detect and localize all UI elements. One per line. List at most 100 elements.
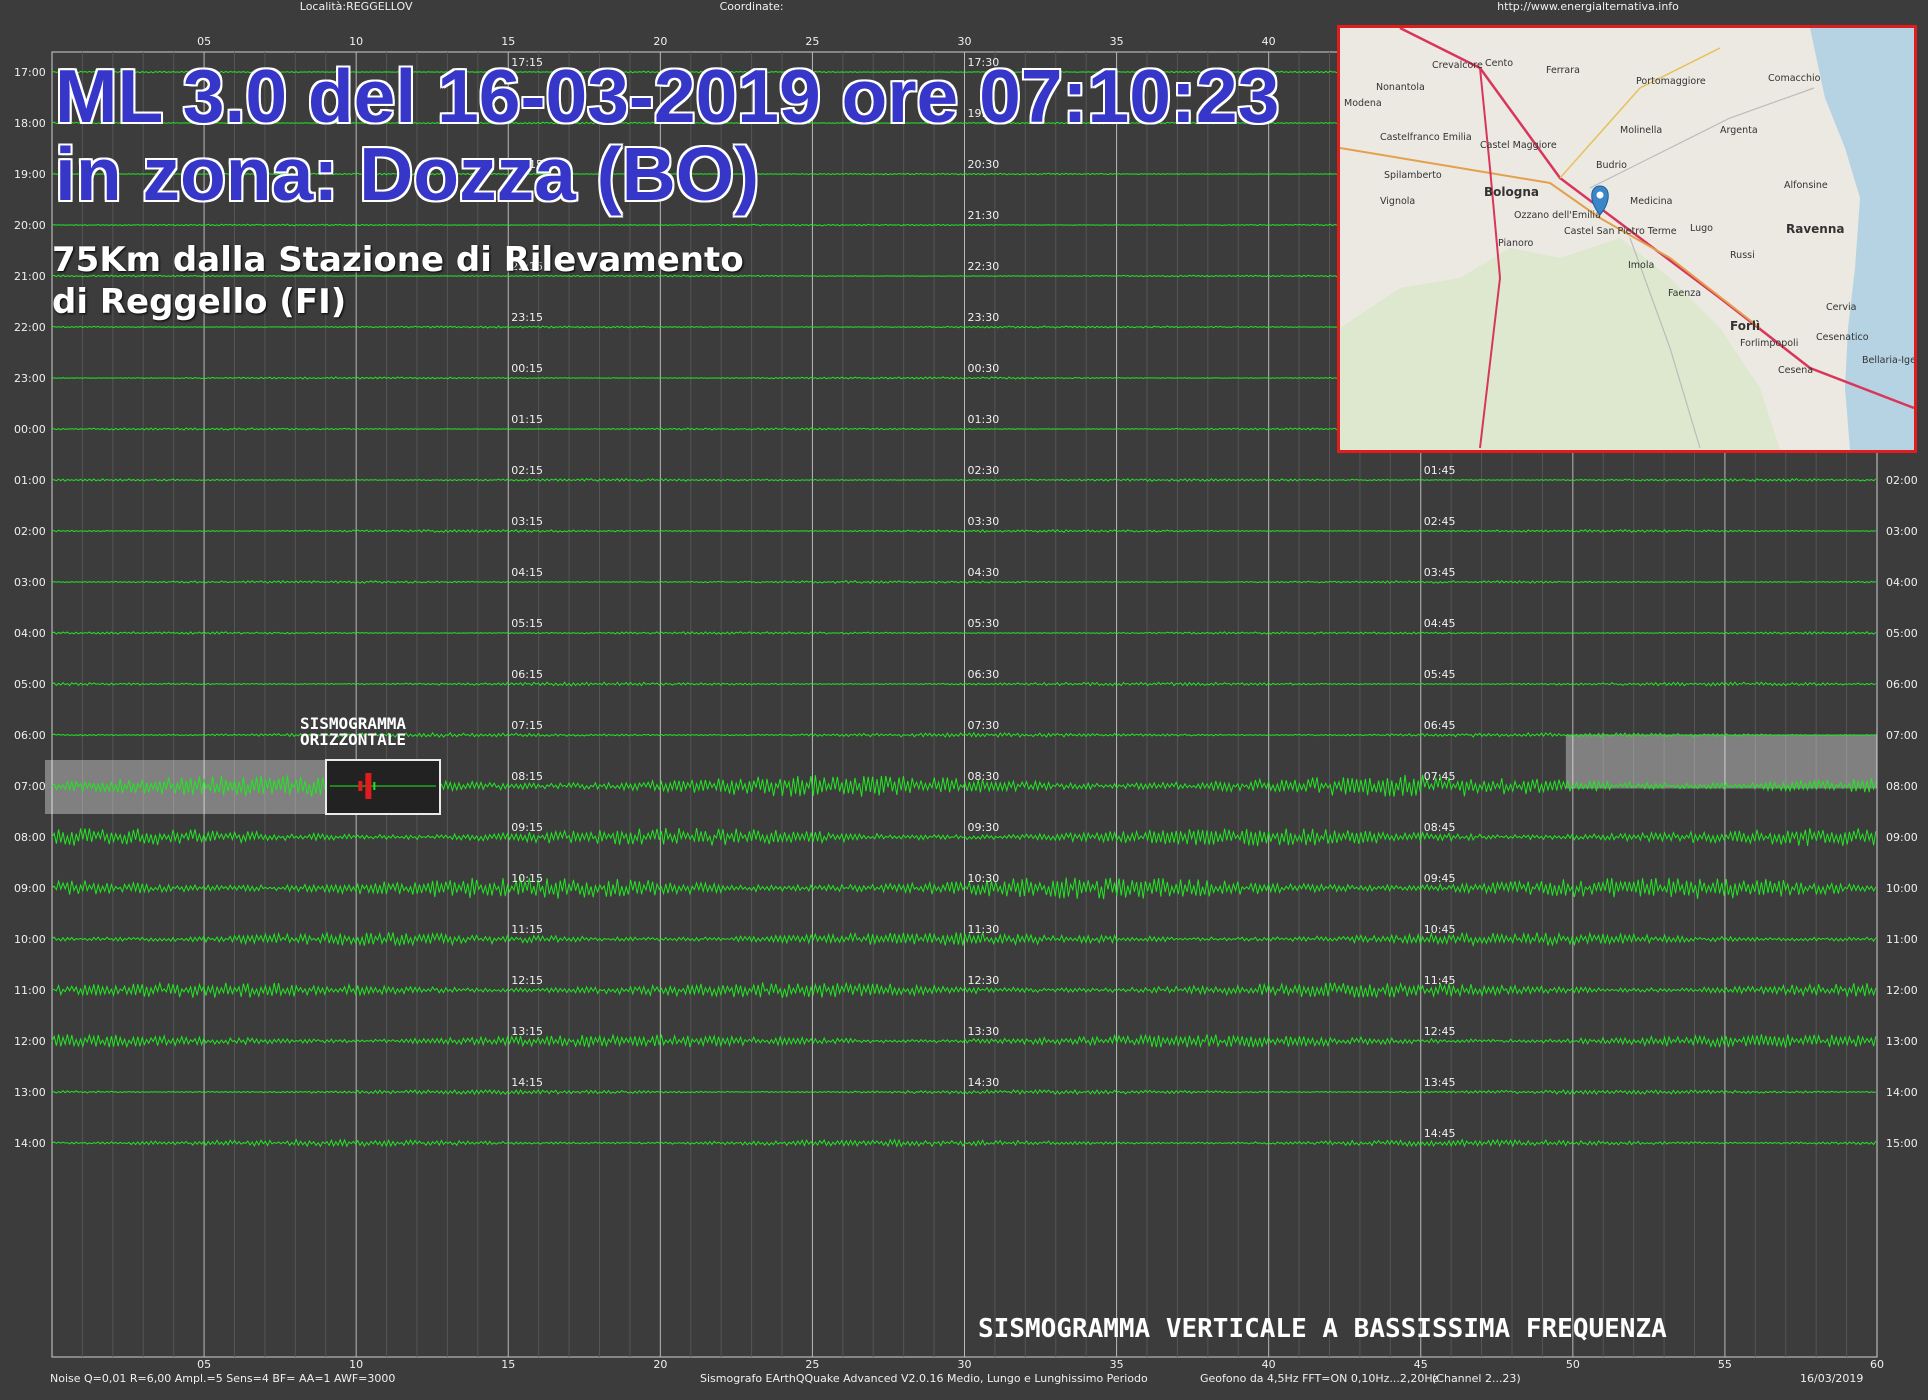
coordinates-label: Coordinate: xyxy=(720,0,784,13)
quarter-label-45: 10:45 xyxy=(1424,923,1456,936)
quarter-label-45: 03:45 xyxy=(1424,566,1456,579)
quarter-label-45: 11:45 xyxy=(1424,974,1456,987)
hour-label-left: 11:00 xyxy=(14,984,46,997)
quarter-label-15: 02:15 xyxy=(511,464,543,477)
hour-label-left: 09:00 xyxy=(14,882,46,895)
hour-label-right: 09:00 xyxy=(1886,831,1918,844)
footer-sensor: Geofono da 4,5Hz FFT=ON 0,10Hz...2,20Hz xyxy=(1200,1372,1439,1385)
map-place-label: Castel Maggiore xyxy=(1480,140,1557,151)
hour-label-left: 18:00 xyxy=(14,117,46,130)
x-tick-top: 35 xyxy=(1110,35,1124,48)
website-link: http://www.energialternativa.info xyxy=(1497,0,1679,13)
quarter-label-45: 01:45 xyxy=(1424,464,1456,477)
map-place-label: Portomaggiore xyxy=(1636,76,1706,87)
quake-zone: in zona: Dozza (BO) xyxy=(55,132,760,216)
footer-software: Sismografo EArthQQuake Advanced V2.0.16 … xyxy=(700,1372,1148,1385)
quarter-label-15: 11:15 xyxy=(511,923,543,936)
hour-label-left: 06:00 xyxy=(14,729,46,742)
quake-title: ML 3.0 del 16-03-2019 ore 07:10:23 xyxy=(55,54,1280,138)
x-tick-bottom: 20 xyxy=(653,1358,667,1371)
map-place-label: Castelfranco Emilia xyxy=(1380,132,1472,143)
hour-label-left: 05:00 xyxy=(14,678,46,691)
quarter-label-30: 06:30 xyxy=(968,668,1000,681)
quarter-label-45: 04:45 xyxy=(1424,617,1456,630)
x-tick-bottom: 05 xyxy=(197,1358,211,1371)
x-tick-bottom: 40 xyxy=(1262,1358,1276,1371)
x-tick-bottom: 15 xyxy=(501,1358,515,1371)
hour-label-left: 03:00 xyxy=(14,576,46,589)
x-tick-top: 10 xyxy=(349,35,363,48)
x-tick-bottom: 50 xyxy=(1566,1358,1580,1371)
hour-label-right: 05:00 xyxy=(1886,627,1918,640)
quake-mark-icon xyxy=(365,773,372,799)
hour-label-right: 07:00 xyxy=(1886,729,1918,742)
map-place-label: Bellaria-Igea Marina xyxy=(1862,355,1914,366)
hour-label-right: 08:00 xyxy=(1886,780,1918,793)
quarter-label-30: 11:30 xyxy=(968,923,1000,936)
quarter-label-30: 21:30 xyxy=(968,209,1000,222)
hour-label-left: 21:00 xyxy=(14,270,46,283)
quarter-label-30: 09:30 xyxy=(968,821,1000,834)
hour-label-left: 13:00 xyxy=(14,1086,46,1099)
hour-label-right: 10:00 xyxy=(1886,882,1918,895)
quarter-label-45: 09:45 xyxy=(1424,872,1456,885)
x-tick-bottom: 30 xyxy=(958,1358,972,1371)
hour-label-right: 13:00 xyxy=(1886,1035,1918,1048)
map-place-label: Spilamberto xyxy=(1384,170,1442,181)
footer-settings: Noise Q=0,01 R=6,00 Ampl.=5 Sens=4 BF= A… xyxy=(50,1372,395,1385)
quarter-label-15: 09:15 xyxy=(511,821,543,834)
quake-pre-mark xyxy=(358,781,363,791)
quarter-label-30: 22:30 xyxy=(968,260,1000,273)
distance-label: 75Km dalla Stazione di Rilevamento xyxy=(52,240,744,280)
map-place-label: Bologna xyxy=(1484,185,1539,199)
x-tick-bottom: 25 xyxy=(805,1358,819,1371)
map-place-label: Forlimpopoli xyxy=(1740,338,1798,349)
map-place-label: Castel San Pietro Terme xyxy=(1564,226,1677,237)
map-place-label: Lugo xyxy=(1690,223,1713,234)
map-place-label: Vignola xyxy=(1380,196,1415,207)
map-place-label: Imola xyxy=(1628,260,1654,271)
footer-date: 16/03/2019 xyxy=(1800,1372,1863,1385)
map-place-label: Cesena xyxy=(1778,365,1813,376)
x-tick-top: 40 xyxy=(1262,35,1276,48)
hour-label-left: 14:00 xyxy=(14,1137,46,1150)
map-place-label: Budrio xyxy=(1596,160,1627,171)
hour-label-left: 19:00 xyxy=(14,168,46,181)
map-place-label: Ozzano dell'Emilia xyxy=(1514,210,1601,221)
map-place-label: Cento xyxy=(1485,58,1513,69)
quarter-label-15: 01:15 xyxy=(511,413,543,426)
quarter-label-45: 08:45 xyxy=(1424,821,1456,834)
quarter-label-30: 04:30 xyxy=(968,566,1000,579)
hour-label-right: 15:00 xyxy=(1886,1137,1918,1150)
map-place-label: Pianoro xyxy=(1498,238,1534,249)
quarter-label-30: 07:30 xyxy=(968,719,1000,732)
quarter-label-45: 02:45 xyxy=(1424,515,1456,528)
map-place-label: Ravenna xyxy=(1786,222,1844,236)
quarter-label-30: 00:30 xyxy=(968,362,1000,375)
epicenter-map: Cento Crevalcore Ferrara Nonantola Portomagg… xyxy=(1337,25,1917,453)
x-tick-bottom: 35 xyxy=(1110,1358,1124,1371)
quarter-label-30: 10:30 xyxy=(968,872,1000,885)
hour-label-right: 12:00 xyxy=(1886,984,1918,997)
quarter-label-45: 05:45 xyxy=(1424,668,1456,681)
hour-label-right: 03:00 xyxy=(1886,525,1918,538)
hour-label-left: 20:00 xyxy=(14,219,46,232)
x-tick-top: 30 xyxy=(958,35,972,48)
horizontal-seismogram-label: SISMOGRAMMA ORIZZONTALE xyxy=(300,716,406,748)
vertical-seismogram-label: SISMOGRAMMA VERTICALE A BASSISSIMA FREQU… xyxy=(978,1314,1667,1344)
quarter-label-30: 03:30 xyxy=(968,515,1000,528)
quarter-label-15: 23:15 xyxy=(511,311,543,324)
quarter-label-30: 01:30 xyxy=(968,413,1000,426)
quarter-label-15: 05:15 xyxy=(511,617,543,630)
quarter-label-15: 14:15 xyxy=(511,1076,543,1089)
quarter-label-30: 02:30 xyxy=(968,464,1000,477)
x-tick-top: 20 xyxy=(653,35,667,48)
hour-label-left: 12:00 xyxy=(14,1035,46,1048)
map-place-label: Cesenatico xyxy=(1816,332,1869,343)
map-place-label: Modena xyxy=(1344,98,1382,109)
quarter-label-15: 00:15 xyxy=(511,362,543,375)
quarter-label-45: 14:45 xyxy=(1424,1127,1456,1140)
map-place-label: Cervia xyxy=(1826,302,1856,313)
map-place-label: Ferrara xyxy=(1546,65,1580,76)
x-tick-bottom: 60 xyxy=(1870,1358,1884,1371)
